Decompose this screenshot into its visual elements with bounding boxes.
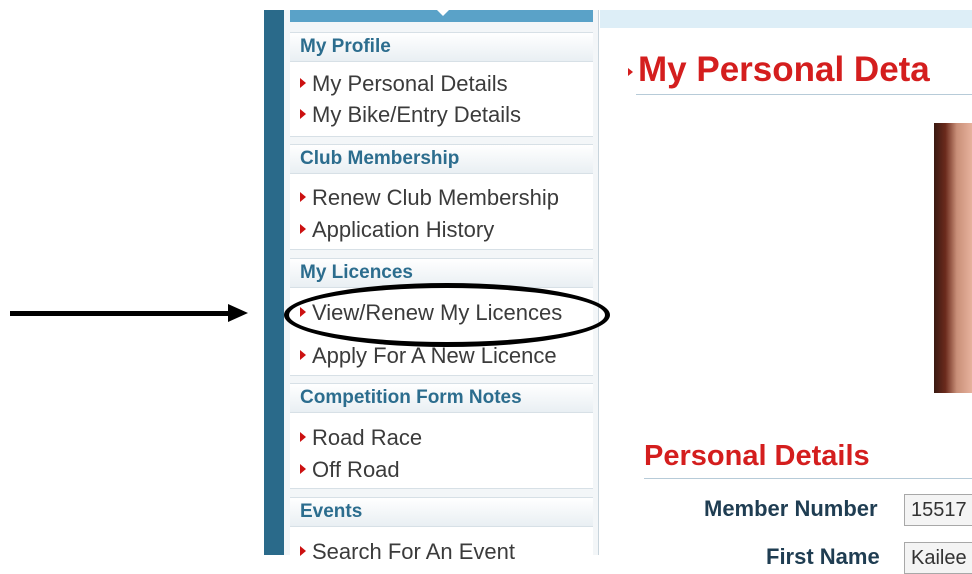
- main-top-bar: [600, 10, 972, 28]
- arrow-right-icon: [10, 311, 232, 316]
- sidebar-item-off-road[interactable]: Off Road: [300, 455, 400, 485]
- title-bullet-icon: [628, 68, 633, 76]
- sidebar-section-competition-form-notes: Competition Form Notes: [290, 383, 593, 413]
- sidebar-item-label: Renew Club Membership: [312, 185, 559, 210]
- sidebar-section-events-body: Search For An Event: [290, 527, 593, 564]
- sidebar-top-tab: [290, 10, 593, 22]
- sidebar-item-application-history[interactable]: Application History: [300, 215, 494, 245]
- page-title: My Personal Deta: [638, 50, 930, 89]
- sidebar-section-competition-form-notes-body: Road Race Off Road: [290, 413, 593, 489]
- avatar: [934, 123, 972, 393]
- sidebar-item-label: Search For An Event: [312, 539, 515, 564]
- sidebar-item-label: My Personal Details: [312, 71, 508, 96]
- sidebar-section-club-membership-body: Renew Club Membership Application Histor…: [290, 174, 593, 250]
- bullet-triangle-icon: [300, 224, 306, 235]
- sidebar-section-my-profile: My Profile: [290, 32, 593, 62]
- section-title: Personal Details: [644, 440, 870, 472]
- sidebar-section-events: Events: [290, 497, 593, 527]
- main-content: My Personal Deta Personal Details Member…: [600, 10, 972, 574]
- sidebar-section-my-profile-body: My Personal Details My Bike/Entry Detail…: [290, 62, 593, 137]
- divider: [636, 94, 972, 95]
- divider: [644, 478, 972, 479]
- left-frame-bar: [264, 10, 284, 555]
- ellipse-highlight: [284, 283, 610, 347]
- bullet-triangle-icon: [300, 464, 306, 475]
- sidebar-item-search-for-an-event[interactable]: Search For An Event: [300, 537, 515, 567]
- sidebar-item-label: Road Race: [312, 425, 423, 450]
- member-number-label: Member Number: [704, 496, 878, 521]
- sidebar-item-label: Application History: [312, 217, 495, 242]
- sidebar-item-renew-club-membership[interactable]: Renew Club Membership: [300, 183, 559, 213]
- bullet-triangle-icon: [300, 192, 306, 203]
- bullet-triangle-icon: [300, 350, 306, 361]
- sidebar-section-club-membership: Club Membership: [290, 144, 593, 174]
- bullet-triangle-icon: [300, 432, 306, 443]
- bullet-triangle-icon: [300, 78, 306, 89]
- bullet-triangle-icon: [300, 109, 306, 120]
- member-number-field[interactable]: 15517: [904, 494, 972, 526]
- sidebar-item-label: Off Road: [312, 457, 400, 482]
- sidebar-item-my-bike-entry-details[interactable]: My Bike/Entry Details: [300, 100, 521, 130]
- sidebar-item-my-personal-details[interactable]: My Personal Details: [300, 69, 508, 99]
- first-name-label: First Name: [766, 544, 880, 569]
- first-name-field[interactable]: Kailee: [904, 542, 972, 574]
- arrow-head-icon: [228, 304, 248, 322]
- sidebar-item-road-race[interactable]: Road Race: [300, 423, 422, 453]
- sidebar-item-label: My Bike/Entry Details: [312, 102, 522, 127]
